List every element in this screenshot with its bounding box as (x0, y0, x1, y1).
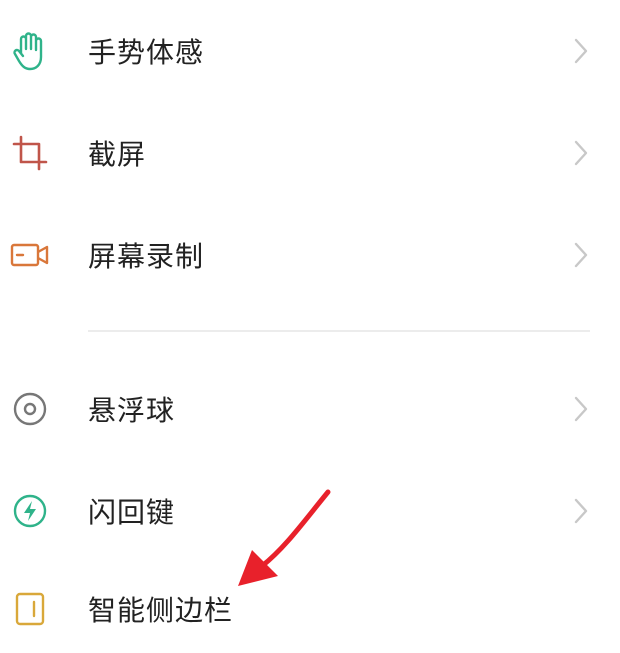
chevron-right-icon (570, 136, 592, 170)
settings-item-screenshot[interactable]: 截屏 (0, 108, 620, 198)
chevron-right-icon (570, 494, 592, 528)
sidebar-icon (8, 587, 52, 631)
floating-ball-icon (8, 387, 52, 431)
settings-item-label: 截屏 (88, 138, 147, 171)
settings-page: 手势体感 截屏 屏幕录制 悬浮球 闪回键 智能侧边栏 (0, 0, 620, 653)
section-divider (88, 330, 590, 332)
settings-item-label: 悬浮球 (88, 394, 176, 427)
chevron-right-icon (570, 392, 592, 426)
settings-item-screen-record[interactable]: 屏幕录制 (0, 210, 620, 300)
settings-item-floating-ball[interactable]: 悬浮球 (0, 364, 620, 454)
chevron-right-icon (570, 34, 592, 68)
settings-item-flashback-key[interactable]: 闪回键 (0, 466, 620, 556)
hand-gesture-icon (8, 29, 52, 73)
settings-item-gesture[interactable]: 手势体感 (0, 6, 620, 96)
lightning-icon (8, 489, 52, 533)
video-camera-icon (8, 233, 52, 277)
settings-item-label: 手势体感 (88, 36, 205, 69)
settings-item-label: 屏幕录制 (88, 240, 205, 273)
settings-item-label: 智能侧边栏 (88, 594, 234, 627)
settings-item-label: 闪回键 (88, 496, 176, 529)
crop-icon (8, 131, 52, 175)
settings-item-smart-sidebar[interactable]: 智能侧边栏 (0, 564, 620, 653)
chevron-right-icon (570, 238, 592, 272)
